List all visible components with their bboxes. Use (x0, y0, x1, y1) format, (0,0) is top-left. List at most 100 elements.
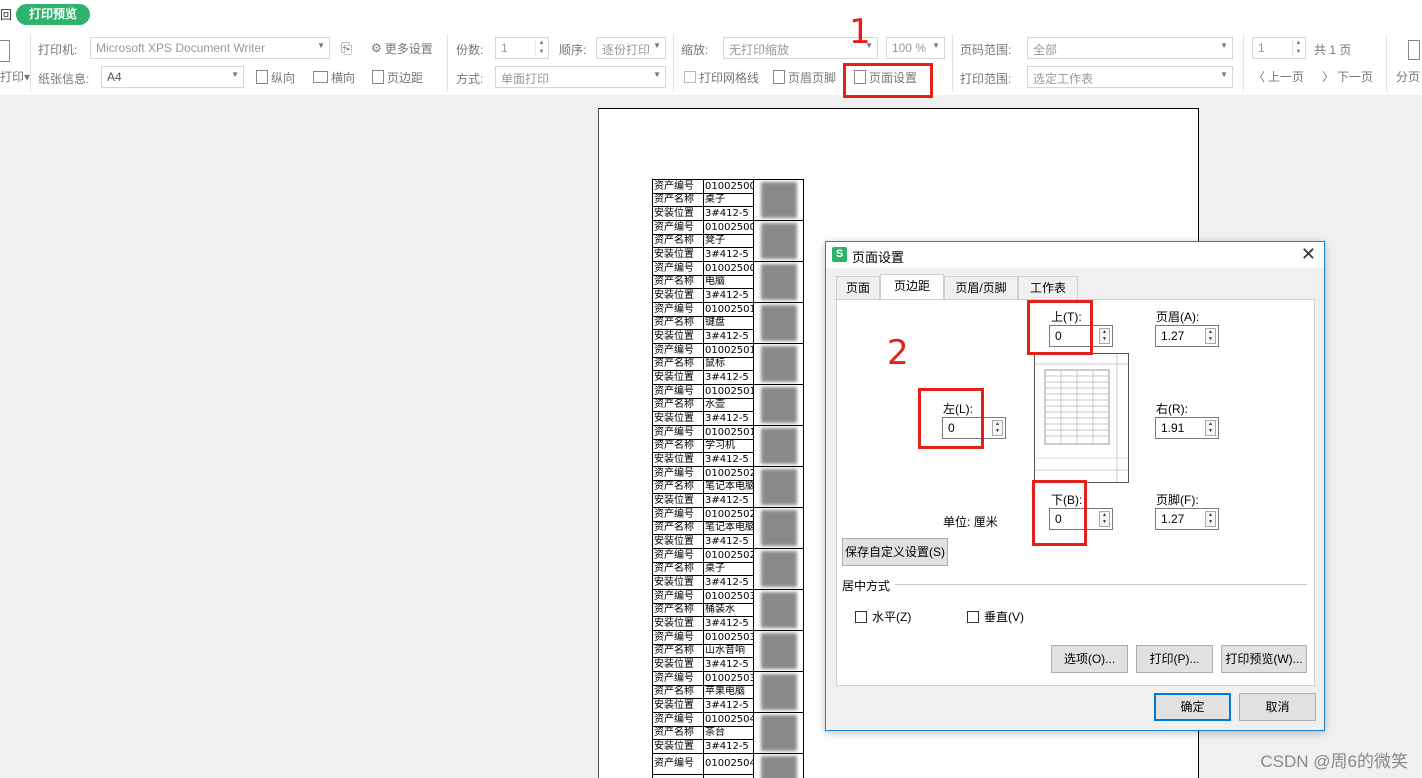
checkbox-icon (967, 610, 979, 623)
save-custom-settings-button[interactable]: 保存自定义设置(S) (842, 538, 948, 566)
stepper-arrows-icon[interactable]: ▲ ▼ (1205, 328, 1216, 344)
field-name-cell: 安装位置 (652, 575, 704, 590)
table-row: 资产编号010025001 (652, 179, 804, 221)
back-button[interactable]: 回 (0, 6, 12, 23)
order-select[interactable]: 逐份打印 ▼ (596, 37, 666, 59)
qr-code-image (753, 671, 804, 713)
copies-stepper[interactable]: 1 ▲ ▼ (495, 37, 549, 59)
field-name-cell: 资产编号 (652, 261, 704, 276)
footer-margin-label: 页脚(F): (1156, 493, 1199, 507)
page-range-select[interactable]: 全部 ▼ (1027, 37, 1233, 59)
annotation-number-2: 2 (887, 333, 909, 373)
field-value-cell: 010025001 (703, 179, 754, 194)
split-page-button[interactable]: 分页 (1396, 68, 1420, 85)
asset-label-sheet: 资产编号010025001资产名称桌子安装位置3#412-5资产编号010025… (652, 179, 804, 778)
page-preview-icon (1035, 354, 1128, 482)
field-name-cell: 资产编号 (652, 343, 704, 358)
page-number-stepper[interactable]: 1 ▲ ▼ (1252, 37, 1306, 59)
field-value-cell: 茶台 (703, 725, 754, 741)
table-row: 资产编号010025031 (652, 589, 804, 631)
field-value-cell: 010025028 (703, 548, 754, 563)
field-name-cell: 资产编号 (652, 630, 704, 645)
field-value-cell: 3#412-5 (703, 575, 754, 590)
field-value-cell: 3#412-5 (703, 657, 754, 672)
chevron-right-icon: 〉 (1322, 69, 1335, 84)
print-preview-tab[interactable]: 打印预览 (16, 4, 90, 25)
field-name-cell: 资产编号 (652, 753, 704, 775)
gear-icon: ⚙ (371, 41, 382, 55)
stepper-arrows-icon[interactable]: ▲ ▼ (1205, 420, 1216, 436)
field-name-cell: 资产名称 (652, 397, 704, 413)
stepper-arrows-icon[interactable]: ▲ ▼ (992, 420, 1003, 436)
printer-properties-icon[interactable]: ⎘ (341, 40, 352, 57)
options-button[interactable]: 选项(O)... (1051, 645, 1128, 673)
tab-page[interactable]: 页面 (836, 276, 880, 300)
field-name-cell: 资产名称 (652, 561, 704, 577)
qr-code-image (753, 220, 804, 262)
field-name-cell: 资产编号 (652, 425, 704, 440)
unit-label: 单位: 厘米 (943, 515, 998, 529)
footer-margin-stepper[interactable]: 1.27 ▲ ▼ (1155, 508, 1219, 530)
paper-select[interactable]: A4 ▼ (101, 66, 244, 88)
field-name-cell: 资产名称 (652, 602, 704, 618)
header-margin-stepper[interactable]: 1.27 ▲ ▼ (1155, 325, 1219, 347)
zoom-select[interactable]: 100 % ▼ (886, 37, 945, 59)
prev-page-button[interactable]: 〈上一页 (1253, 66, 1304, 86)
margin-preview-image (1034, 353, 1129, 483)
paper-label: 纸张信息: (38, 72, 90, 86)
print-button[interactable]: 打印(P)... (1136, 645, 1213, 673)
stepper-arrows-icon[interactable]: ▲ ▼ (1099, 328, 1110, 344)
field-name-cell: 资产编号 (652, 302, 704, 317)
field-name-cell: 安装位置 (652, 247, 704, 262)
field-name-cell: 资产名称 (652, 725, 704, 741)
next-page-button[interactable]: 〉下一页 (1322, 66, 1373, 86)
print-preview-button[interactable]: 打印预览(W)... (1221, 645, 1307, 673)
portrait-button[interactable]: 纵向 (256, 67, 295, 87)
center-vertical-checkbox[interactable]: 垂直(V) (967, 608, 1024, 625)
field-value-cell: 3#412-5 (703, 534, 754, 549)
field-value-cell: 3#412-5 (703, 411, 754, 426)
chevron-down-icon: ▼ (231, 70, 239, 79)
copies-label: 份数: (456, 43, 484, 57)
stepper-arrows-icon[interactable]: ▲ ▼ (1205, 511, 1216, 527)
field-value-cell: 苹果电脑 (703, 684, 754, 700)
stepper-arrows-icon[interactable]: ▲ ▼ (1099, 511, 1110, 527)
cancel-button[interactable]: 取消 (1239, 693, 1316, 721)
header-footer-button[interactable]: 页眉页脚 (773, 67, 836, 87)
table-row: 资产编号010025034 (652, 630, 804, 672)
ok-button[interactable]: 确定 (1154, 693, 1231, 721)
chevron-down-icon: ▼ (317, 41, 325, 50)
print-button[interactable]: 打印▾ (0, 68, 30, 85)
stepper-arrows-icon[interactable]: ▲ ▼ (535, 39, 547, 57)
table-row: 资产编号010025007 (652, 261, 804, 303)
field-name-cell: 资产编号 (652, 589, 704, 604)
close-icon[interactable]: ✕ (1301, 244, 1316, 265)
field-value-cell: 插杯 (703, 773, 754, 778)
more-settings-button[interactable]: ⚙ 更多设置 (371, 38, 433, 58)
margins-button[interactable]: 页边距 (372, 67, 423, 87)
tab-worksheet[interactable]: 工作表 (1018, 276, 1078, 300)
method-select[interactable]: 单面打印 ▼ (495, 66, 666, 88)
print-gridlines-checkbox[interactable]: 打印网格线 (684, 67, 759, 87)
tab-header-footer[interactable]: 页眉/页脚 (944, 276, 1018, 300)
field-name-cell: 安装位置 (652, 288, 704, 303)
tab-margins[interactable]: 页边距 (880, 274, 944, 300)
field-value-cell: 3#412-5 (703, 739, 754, 754)
blurred-qr-icon (760, 633, 797, 669)
center-horizontal-checkbox[interactable]: 水平(Z) (855, 608, 911, 625)
blurred-qr-icon (760, 551, 797, 587)
field-name-cell: 资产编号 (652, 466, 704, 481)
qr-code-image (753, 343, 804, 385)
field-name-cell: 安装位置 (652, 493, 704, 508)
blurred-qr-icon (760, 674, 797, 710)
table-row: 资产编号010025043 (652, 753, 804, 778)
landscape-button[interactable]: 横向 (313, 67, 355, 87)
field-name-cell: 资产名称 (652, 356, 704, 372)
qr-code-image (753, 507, 804, 549)
printer-select[interactable]: Microsoft XPS Document Writer ▼ (90, 37, 330, 59)
stepper-arrows-icon[interactable]: ▲ ▼ (1292, 39, 1304, 57)
right-margin-stepper[interactable]: 1.91 ▲ ▼ (1155, 417, 1219, 439)
print-range-select[interactable]: 选定工作表 ▼ (1027, 66, 1233, 88)
field-name-cell: 资产编号 (652, 712, 704, 727)
field-name-cell: 安装位置 (652, 329, 704, 344)
